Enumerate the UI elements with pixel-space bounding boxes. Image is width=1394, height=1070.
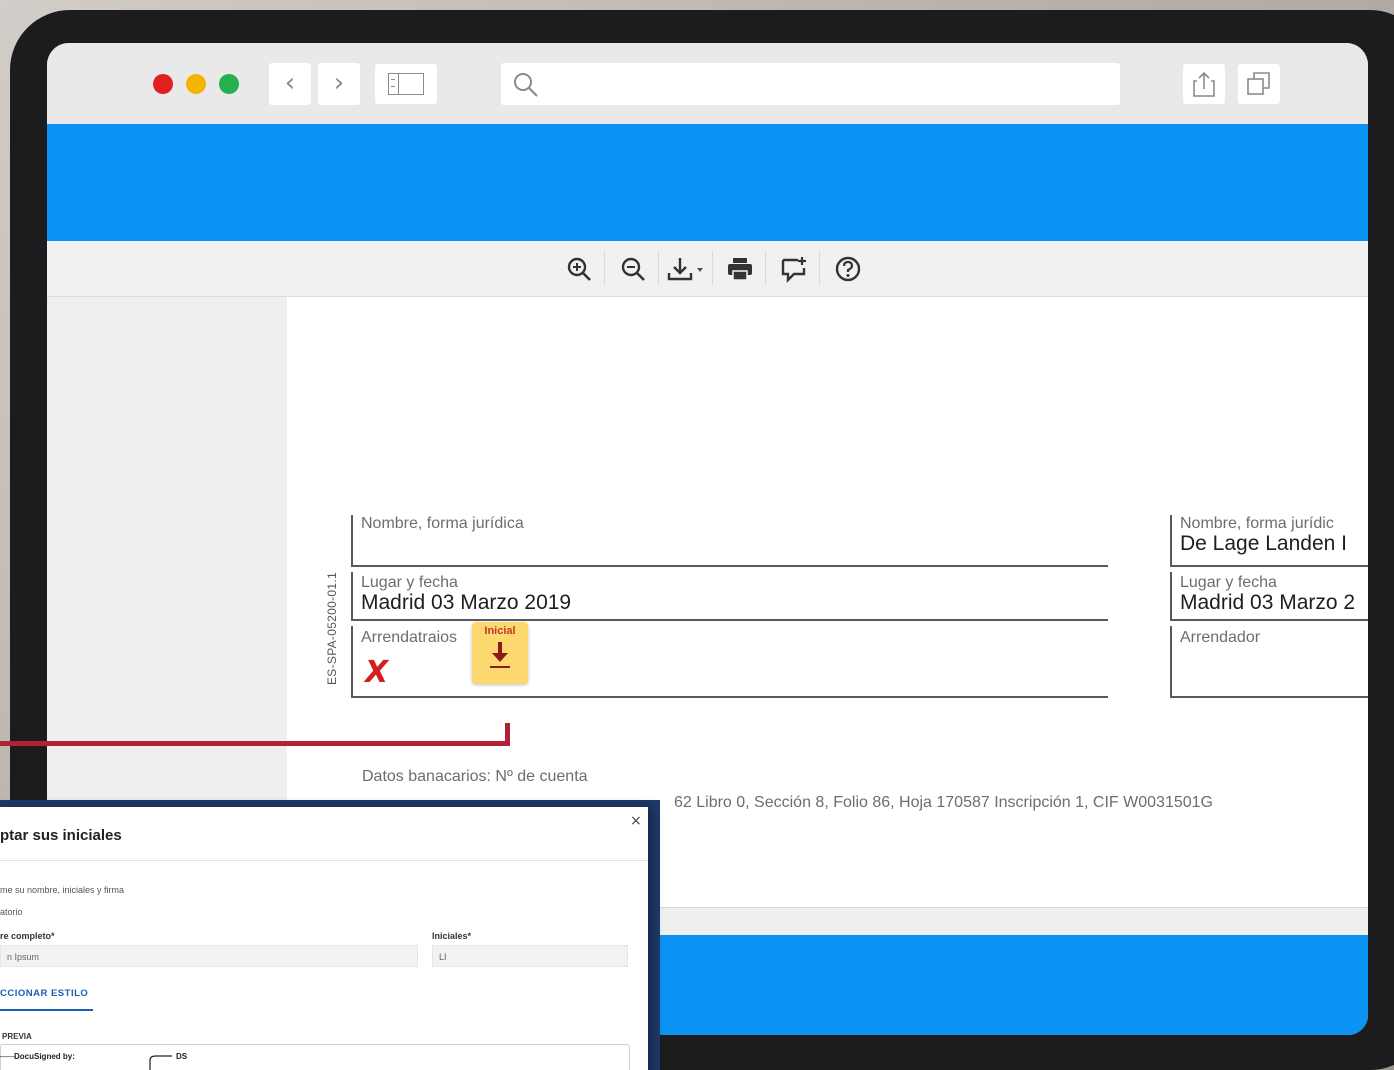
bank-details-line: Datos banacarios: Nº de cuenta	[362, 768, 588, 785]
comment-icon[interactable]	[780, 255, 808, 283]
chevron-right-icon: ›	[333, 68, 345, 98]
tabs-icon	[1247, 72, 1270, 95]
toolbar-separator	[604, 251, 605, 285]
minimize-window-dot[interactable]	[186, 74, 206, 94]
field-label: Arrendatraios	[361, 629, 458, 646]
field-value: De Lage Landen I	[1180, 532, 1347, 555]
preview-label: PREVIA	[2, 1032, 32, 1041]
dialog-instructions: me su nombre, iniciales y firma	[0, 885, 125, 895]
callout-line-stem	[505, 723, 510, 746]
initials-label: Iniciales*	[432, 931, 472, 941]
zoom-in-icon[interactable]	[565, 255, 593, 283]
callout-line	[0, 741, 510, 746]
place-date-field-left[interactable]: Lugar y fecha Madrid 03 Marzo 2019	[351, 572, 1108, 621]
ds-badge: DS	[176, 1052, 188, 1061]
field-label: Arrendador	[1180, 629, 1261, 646]
full-name-label: re completo*	[0, 931, 55, 941]
field-label: Nombre, forma jurídic	[1180, 515, 1334, 532]
field-value: Madrid 03 Marzo 2	[1180, 591, 1356, 614]
print-icon[interactable]	[726, 255, 754, 283]
initial-tag-label: Inicial	[484, 625, 516, 637]
share-icon	[1193, 71, 1215, 97]
forward-button[interactable]: ›	[318, 63, 360, 105]
full-name-input[interactable]: n Ipsum	[0, 945, 418, 967]
search-icon	[514, 73, 538, 97]
initial-here-tag[interactable]: Inicial	[472, 622, 528, 684]
field-label: Nombre, forma jurídica	[361, 515, 524, 532]
toolbar-separator	[765, 251, 766, 285]
close-icon[interactable]: ×	[630, 813, 642, 829]
initials-input[interactable]: LI	[432, 945, 628, 967]
chevron-left-icon: ‹	[284, 68, 296, 98]
address-bar[interactable]	[501, 63, 1120, 105]
docusigned-by-text: DocuSigned by:	[14, 1052, 75, 1061]
back-button[interactable]: ‹	[269, 63, 311, 105]
field-label: Lugar y fecha	[1180, 574, 1277, 591]
sidebar-icon	[388, 73, 424, 95]
registry-line: 62 Libro 0, Sección 8, Folio 86, Hoja 17…	[674, 794, 1213, 811]
adopt-initials-dialog: ptar sus iniciales × me su nombre, inici…	[0, 807, 648, 1070]
signature-field-left[interactable]: Arrendatraios	[351, 626, 1108, 698]
name-field-right[interactable]: Nombre, forma jurídic De Lage Landen I	[1170, 515, 1368, 567]
signature-field-right[interactable]: Arrendador	[1170, 626, 1368, 698]
help-icon[interactable]	[834, 255, 862, 283]
sidebar-toggle-button[interactable]	[375, 64, 437, 104]
browser-chrome: ‹ ›	[47, 43, 1368, 124]
place-date-field-right[interactable]: Lugar y fecha Madrid 03 Marzo 2	[1170, 572, 1368, 621]
download-icon[interactable]	[666, 255, 708, 283]
select-style-tab[interactable]: CCIONAR ESTILO	[0, 988, 88, 999]
arrow-down-icon	[490, 642, 510, 668]
toolbar-separator	[712, 251, 713, 285]
required-note: atorio	[0, 907, 23, 917]
zoom-out-icon[interactable]	[619, 255, 647, 283]
tabs-button[interactable]	[1238, 64, 1280, 104]
tab-underline	[0, 1009, 93, 1011]
preview-box	[0, 1044, 630, 1070]
dialog-title: ptar sus iniciales	[0, 827, 122, 844]
sign-here-marker: X	[365, 655, 389, 690]
toolbar-separator	[658, 251, 659, 285]
share-button[interactable]	[1183, 64, 1225, 104]
document-viewer-toolbar	[47, 241, 1368, 297]
dialog-divider	[0, 860, 648, 861]
field-label: Lugar y fecha	[361, 574, 458, 591]
document-code: ES-SPA-05200-01.1	[325, 572, 339, 685]
close-window-dot[interactable]	[153, 74, 173, 94]
maximize-window-dot[interactable]	[219, 74, 239, 94]
name-field-left[interactable]: Nombre, forma jurídica	[351, 515, 1108, 567]
app-header-banner	[47, 124, 1368, 241]
toolbar-separator	[819, 251, 820, 285]
field-value: Madrid 03 Marzo 2019	[361, 591, 572, 614]
